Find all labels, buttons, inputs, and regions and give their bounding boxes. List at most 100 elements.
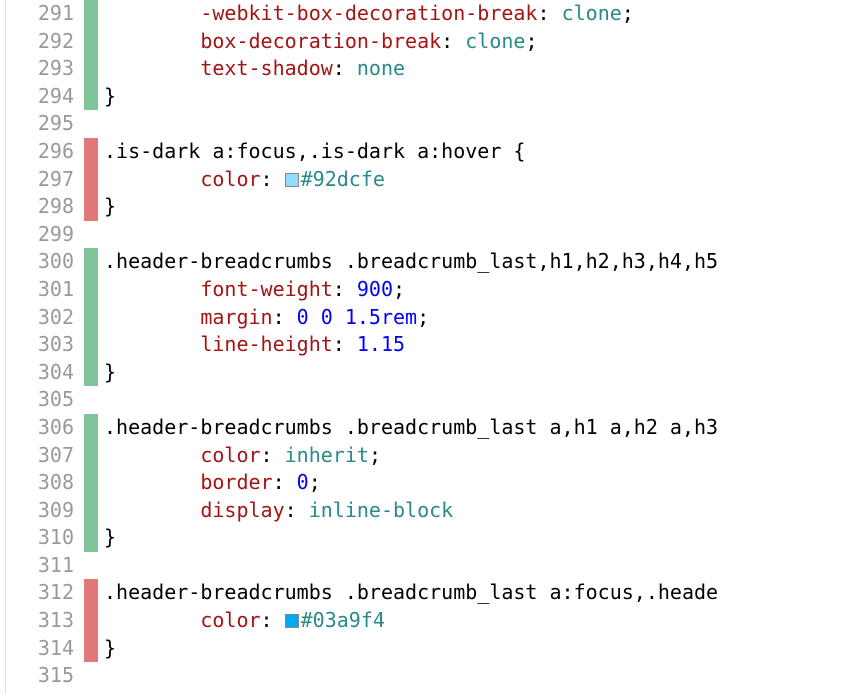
semicolon: ; xyxy=(525,29,537,53)
code-line[interactable]: 311 xyxy=(6,552,862,580)
code-line[interactable]: 296.is-dark a:focus,.is-dark a:hover { xyxy=(6,138,862,166)
css-property: box-decoration-break xyxy=(200,29,441,53)
code-line[interactable]: 312.header-breadcrumbs .breadcrumb_last … xyxy=(6,579,862,607)
code-content[interactable]: -webkit-box-decoration-break: clone; xyxy=(98,0,862,28)
line-number: 294 xyxy=(6,83,84,111)
css-value: inherit xyxy=(285,443,369,467)
code-line[interactable]: 298} xyxy=(6,193,862,221)
diff-added-marker xyxy=(84,414,98,442)
colon: : xyxy=(333,332,357,356)
code-content[interactable] xyxy=(98,386,862,414)
css-property: text-shadow xyxy=(200,56,332,80)
css-brace: } xyxy=(104,84,116,108)
code-content[interactable]: border: 0; xyxy=(98,469,862,497)
code-line[interactable]: 306.header-breadcrumbs .breadcrumb_last … xyxy=(6,414,862,442)
line-number: 295 xyxy=(6,110,84,138)
css-value: #03a9f4 xyxy=(301,608,385,632)
colon: : xyxy=(261,443,285,467)
css-value: 0 xyxy=(297,470,309,494)
code-line[interactable]: 314} xyxy=(6,635,862,663)
css-value: 1.15 xyxy=(357,332,405,356)
semicolon: ; xyxy=(417,305,429,329)
code-editor[interactable]: 291 -webkit-box-decoration-break: clone;… xyxy=(0,0,862,694)
code-content[interactable]: color: #03a9f4 xyxy=(98,607,862,635)
code-line[interactable]: 307 color: inherit; xyxy=(6,442,862,470)
css-value: 900 xyxy=(357,277,393,301)
code-line[interactable]: 309 display: inline-block xyxy=(6,497,862,525)
diff-added-marker xyxy=(84,331,98,359)
code-content[interactable] xyxy=(98,552,862,580)
code-line[interactable]: 297 color: #92dcfe xyxy=(6,166,862,194)
css-value: 0 0 1.5rem xyxy=(297,305,417,329)
code-content[interactable] xyxy=(98,662,862,690)
diff-added-marker xyxy=(84,497,98,525)
diff-added-marker xyxy=(84,469,98,497)
code-content[interactable]: text-shadow: none xyxy=(98,55,862,83)
line-number: 291 xyxy=(6,0,84,28)
colon: : xyxy=(333,277,357,301)
colon: : xyxy=(441,29,465,53)
diff-added-marker xyxy=(84,248,98,276)
semicolon: ; xyxy=(622,1,634,25)
css-value: clone xyxy=(562,1,622,25)
code-content[interactable]: .header-breadcrumbs .breadcrumb_last a,h… xyxy=(98,414,862,442)
code-content[interactable]: box-decoration-break: clone; xyxy=(98,28,862,56)
code-content[interactable]: color: inherit; xyxy=(98,442,862,470)
line-number: 313 xyxy=(6,607,84,635)
line-number: 297 xyxy=(6,166,84,194)
code-content[interactable]: margin: 0 0 1.5rem; xyxy=(98,304,862,332)
diff-added-marker xyxy=(84,524,98,552)
code-content[interactable]: .is-dark a:focus,.is-dark a:hover { xyxy=(98,138,862,166)
css-brace: } xyxy=(104,525,116,549)
diff-removed-marker xyxy=(84,193,98,221)
code-line[interactable]: 295 xyxy=(6,110,862,138)
colon: : xyxy=(261,167,285,191)
colon: : xyxy=(285,498,309,522)
code-content[interactable]: } xyxy=(98,635,862,663)
css-selector: .header-breadcrumbs .breadcrumb_last a:f… xyxy=(104,580,718,604)
code-content[interactable]: line-height: 1.15 xyxy=(98,331,862,359)
diff-none-marker xyxy=(84,662,98,690)
code-content[interactable]: } xyxy=(98,524,862,552)
code-content[interactable] xyxy=(98,110,862,138)
code-line[interactable]: 302 margin: 0 0 1.5rem; xyxy=(6,304,862,332)
css-property: margin xyxy=(200,305,272,329)
code-content[interactable] xyxy=(98,221,862,249)
code-content[interactable]: color: #92dcfe xyxy=(98,166,862,194)
css-property: border xyxy=(200,470,272,494)
code-line[interactable]: 303 line-height: 1.15 xyxy=(6,331,862,359)
code-line[interactable]: 294} xyxy=(6,83,862,111)
code-line[interactable]: 301 font-weight: 900; xyxy=(6,276,862,304)
diff-added-marker xyxy=(84,28,98,56)
diff-removed-marker xyxy=(84,635,98,663)
code-line[interactable]: 313 color: #03a9f4 xyxy=(6,607,862,635)
code-line[interactable]: 300.header-breadcrumbs .breadcrumb_last,… xyxy=(6,248,862,276)
line-number: 304 xyxy=(6,359,84,387)
css-value: inline-block xyxy=(309,498,454,522)
code-content[interactable]: } xyxy=(98,83,862,111)
css-brace: } xyxy=(104,194,116,218)
code-line[interactable]: 305 xyxy=(6,386,862,414)
line-number: 308 xyxy=(6,469,84,497)
line-number: 302 xyxy=(6,304,84,332)
code-content[interactable]: font-weight: 900; xyxy=(98,276,862,304)
code-content[interactable]: display: inline-block xyxy=(98,497,862,525)
code-line[interactable]: 308 border: 0; xyxy=(6,469,862,497)
code-line[interactable]: 310} xyxy=(6,524,862,552)
code-content[interactable]: .header-breadcrumbs .breadcrumb_last,h1,… xyxy=(98,248,862,276)
line-number: 299 xyxy=(6,221,84,249)
code-line[interactable]: 299 xyxy=(6,221,862,249)
code-content[interactable]: } xyxy=(98,359,862,387)
code-line[interactable]: 292 box-decoration-break: clone; xyxy=(6,28,862,56)
css-brace: } xyxy=(104,636,116,660)
colon: : xyxy=(537,1,561,25)
diff-removed-marker xyxy=(84,166,98,194)
code-line[interactable]: 291 -webkit-box-decoration-break: clone; xyxy=(6,0,862,28)
code-content[interactable]: } xyxy=(98,193,862,221)
code-line[interactable]: 304} xyxy=(6,359,862,387)
code-line[interactable]: 293 text-shadow: none xyxy=(6,55,862,83)
diff-added-marker xyxy=(84,359,98,387)
line-number: 314 xyxy=(6,635,84,663)
code-content[interactable]: .header-breadcrumbs .breadcrumb_last a:f… xyxy=(98,579,862,607)
code-line[interactable]: 315 xyxy=(6,662,862,690)
